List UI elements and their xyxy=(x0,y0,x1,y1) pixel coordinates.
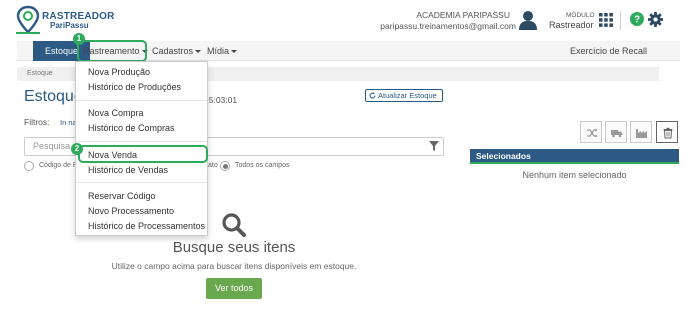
caret-down-icon xyxy=(231,50,238,54)
atualizar-estoque-label: Atualizar Estoque xyxy=(378,91,437,100)
shuffle-icon xyxy=(587,128,598,138)
user-icon[interactable] xyxy=(519,10,537,30)
modulo-value[interactable]: Rastreador xyxy=(549,20,594,30)
page-title: Estoque xyxy=(24,88,83,105)
modulo-label: MÓDULO xyxy=(566,12,595,19)
logo-subtitle: PariPassu xyxy=(50,21,89,30)
radio-todos-campos[interactable] xyxy=(220,161,230,171)
search-icon xyxy=(222,213,246,237)
menu-item-historico-compras[interactable]: Histórico de Compras xyxy=(88,123,175,133)
factory-button[interactable] xyxy=(630,121,652,143)
empty-state-description: Utilize o campo acima para buscar itens … xyxy=(111,261,357,271)
filters-label: Filtros: xyxy=(24,117,50,127)
shuffle-button[interactable] xyxy=(580,121,602,143)
trash-icon xyxy=(663,127,673,139)
truck-icon xyxy=(611,130,623,138)
nav-midia-label: Mídia xyxy=(207,46,230,56)
selecionados-header: Selecionados xyxy=(470,149,679,164)
menu-item-historico-producoes[interactable]: Histórico de Produções xyxy=(88,82,181,92)
callout-highlight-rastreamento xyxy=(77,40,147,62)
menu-item-nova-producao[interactable]: Nova Produção xyxy=(88,67,150,77)
account-name: ACADEMIA PARIPASSU xyxy=(416,10,510,20)
factory-icon xyxy=(636,129,647,138)
menu-item-historico-vendas[interactable]: Histórico de Vendas xyxy=(88,165,168,175)
header-divider xyxy=(620,12,621,30)
nav-exercicio-recall[interactable]: Exercício de Recall xyxy=(570,41,647,61)
caret-down-icon xyxy=(195,50,202,54)
menu-divider xyxy=(76,182,207,183)
account-email: paripassu.treinamentos@gmail.com xyxy=(380,21,516,31)
menu-item-historico-processamentos[interactable]: Histórico de Processamentos xyxy=(88,221,205,231)
callout-highlight-nova-venda xyxy=(78,145,208,163)
menu-item-reservar-codigo[interactable]: Reservar Código xyxy=(88,191,156,201)
empty-state-title: Busque seus itens xyxy=(172,239,296,256)
nav-cadastros-label: Cadastros xyxy=(152,46,194,56)
svg-text:?: ? xyxy=(634,15,640,26)
filter-icon[interactable] xyxy=(429,141,439,151)
gear-icon[interactable] xyxy=(648,12,663,27)
menu-divider xyxy=(76,141,207,142)
apps-grid-icon[interactable] xyxy=(599,13,613,27)
menu-item-novo-processamento[interactable]: Novo Processamento xyxy=(88,206,174,216)
atualizar-estoque-button[interactable]: Atualizar Estoque xyxy=(365,89,443,102)
truck-button[interactable] xyxy=(605,121,627,143)
radio-ato-label: ato xyxy=(208,162,218,169)
refresh-icon xyxy=(369,92,376,99)
radio-codigo[interactable] xyxy=(24,161,34,171)
last-update-time: 15:03:01 xyxy=(204,95,238,105)
callout-badge-1: 1 xyxy=(73,33,85,45)
selecionados-empty-text: Nenhum item selecionado xyxy=(522,170,627,180)
help-icon[interactable]: ? xyxy=(630,12,644,26)
callout-badge-2: 2 xyxy=(71,143,83,155)
radio-codigo-label: Código de R xyxy=(39,162,78,169)
nav-cadastros[interactable]: Cadastros xyxy=(152,41,202,61)
ver-todos-button[interactable]: Ver todos xyxy=(206,278,262,299)
menu-item-nova-compra[interactable]: Nova Compra xyxy=(88,108,144,118)
nav-midia[interactable]: Mídia xyxy=(207,41,238,61)
menu-divider xyxy=(76,100,207,101)
radio-todos-campos-label: Todos os campos xyxy=(235,162,290,169)
trash-button[interactable] xyxy=(656,121,678,143)
